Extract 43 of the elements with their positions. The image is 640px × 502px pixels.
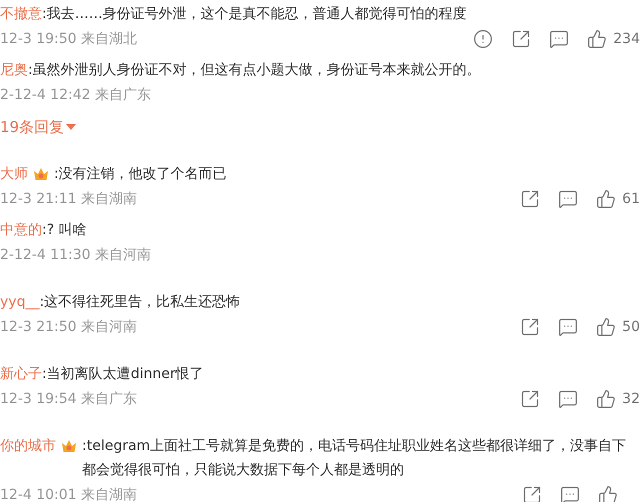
like-icon[interactable] <box>596 317 616 337</box>
comment-meta: 12-3 21:11 来自湖南 <box>0 190 138 208</box>
comment-icon[interactable] <box>558 189 578 209</box>
like-icon[interactable] <box>596 389 616 409</box>
user-name[interactable]: yyq__ <box>0 290 40 314</box>
comment-meta: 12-4 10:01 来自湖南 <box>0 486 138 502</box>
share-icon[interactable] <box>522 485 542 502</box>
like-icon[interactable] <box>587 29 608 49</box>
comment-icon[interactable] <box>558 317 578 337</box>
replies-link[interactable]: 19条回复 <box>0 114 76 140</box>
like-count: 234 <box>613 31 640 47</box>
comment-body: :虽然外泄别人身份证不对，但这有点小题大做，身份证号本来就公开的。 <box>28 61 482 80</box>
share-icon[interactable] <box>520 317 540 337</box>
like-icon[interactable] <box>598 485 618 502</box>
share-icon[interactable] <box>511 29 532 49</box>
like-icon[interactable] <box>596 189 616 209</box>
user-name[interactable]: 新心子 <box>0 362 42 386</box>
share-icon[interactable] <box>520 389 540 409</box>
like-count: 50 <box>622 319 640 335</box>
share-icon[interactable] <box>520 189 540 209</box>
comment-icon[interactable] <box>560 485 580 502</box>
comment-meta: 2-12-4 11:30 来自河南 <box>0 246 151 264</box>
caret-icon <box>66 123 76 131</box>
comment-meta: 12-3 19:54 来自广东 <box>0 390 138 408</box>
comment-meta: 12-3 21:50 来自河南 <box>0 318 138 336</box>
comment-body: :当初离队太遭dinner恨了 <box>42 365 205 384</box>
comment-icon[interactable] <box>549 29 570 49</box>
user-name[interactable]: 你的城市 <box>0 434 56 458</box>
like-count: 61 <box>622 191 640 207</box>
comment-meta: 2-12-4 12:42 来自广东 <box>0 86 151 104</box>
user-name[interactable]: 中意的 <box>0 218 42 242</box>
comment-meta: 12-3 19:50 来自湖北 <box>0 30 138 48</box>
report-icon[interactable] <box>473 29 494 49</box>
like-count: 32 <box>622 391 640 407</box>
user-name[interactable]: 不撤意 <box>0 2 42 26</box>
comment-body: :没有注销，他改了个名而已 <box>54 165 228 184</box>
comment-icon[interactable] <box>558 389 578 409</box>
user-name[interactable]: 尼奥 <box>0 58 28 82</box>
comment-body: :telegram上面社工号就算是免费的，电话号码住址职业姓名这些都很详细了，没事自下都会觉得很可怕，只能说大数据下每个人都是透明的 <box>82 437 628 480</box>
comment-body: :我去……身份证号外泄，这个是真不能忍，普通人都觉得可怕的程度 <box>42 5 468 24</box>
comment-body: :这不得往死里告，比私生还恐怖 <box>39 293 242 312</box>
user-name[interactable]: 大师 <box>0 162 28 186</box>
comment-body: :? 叫啥 <box>42 221 88 240</box>
